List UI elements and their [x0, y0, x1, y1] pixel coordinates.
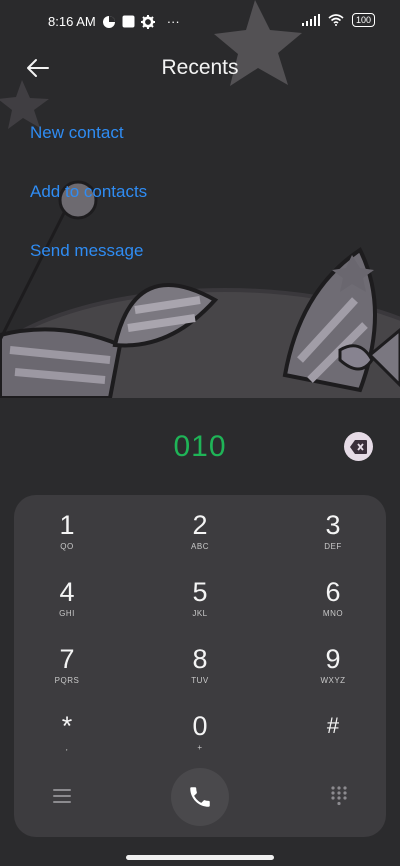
key-digit: 1	[59, 510, 75, 540]
dialpad-icon	[331, 786, 347, 806]
key-digit: 8	[192, 644, 208, 674]
sync-icon	[102, 15, 115, 28]
number-display-area: 010	[0, 398, 400, 498]
key-letters: DEF	[324, 542, 342, 551]
key-letters: PQRS	[54, 676, 80, 685]
square-app-icon	[122, 15, 135, 28]
header: Recents	[0, 50, 400, 86]
home-indicator[interactable]	[126, 855, 274, 860]
key-6[interactable]: 6 MNO	[271, 567, 395, 627]
key-5[interactable]: 5 JKL	[138, 567, 262, 627]
delete-button[interactable]	[344, 432, 373, 461]
status-right: 100	[301, 13, 375, 27]
signal-icon	[301, 14, 320, 26]
key-9[interactable]: 9 WXYZ	[271, 634, 395, 694]
status-left: 8:16 AM ···	[48, 14, 180, 29]
new-contact-link[interactable]: New contact	[30, 123, 124, 143]
key-digit: 0	[192, 711, 208, 741]
key-7[interactable]: 7 PQRS	[5, 634, 129, 694]
key-0[interactable]: 0 +	[138, 701, 262, 761]
key-digit: 2	[192, 510, 208, 540]
key-letters: ABC	[191, 542, 209, 551]
key-digit: *	[61, 711, 73, 741]
menu-icon	[53, 789, 71, 803]
status-bar: 8:16 AM ··· 100	[0, 0, 400, 44]
key-4[interactable]: 4 GHI	[5, 567, 129, 627]
key-digit: #	[326, 713, 340, 738]
more-notifications-icon: ···	[166, 14, 180, 29]
key-digit: 4	[59, 577, 75, 607]
battery-icon: 100	[351, 13, 375, 27]
key-letters: GHI	[59, 609, 75, 618]
key-digit: 7	[59, 644, 75, 674]
key-digit: 9	[325, 644, 341, 674]
status-time: 8:16 AM	[48, 14, 96, 29]
key-digit: 6	[325, 577, 341, 607]
key-letters: ,	[65, 743, 69, 752]
phone-icon	[190, 787, 210, 807]
key-letters: +	[197, 743, 203, 752]
key-letters: JKL	[192, 609, 208, 618]
key-digit: 3	[325, 510, 341, 540]
menu-button[interactable]	[47, 781, 77, 811]
key-letters: TUV	[191, 676, 209, 685]
key-2[interactable]: 2 ABC	[138, 500, 262, 560]
key-1[interactable]: 1 QO	[5, 500, 129, 560]
key-star[interactable]: *,	[5, 701, 129, 761]
keypad-bottom-row	[14, 767, 386, 827]
keypad: 1 QO 2 ABC 3 DEF 4 GHI 5 JKL 6 MNO 7 PQRS 8 TUV …	[14, 495, 386, 837]
settings-gear-icon	[140, 14, 155, 29]
key-digit: 5	[192, 577, 208, 607]
key-letters: WXYZ	[320, 676, 346, 685]
key-hash[interactable]: #	[271, 701, 395, 761]
dialed-number: 010	[173, 430, 227, 463]
dialpad-toggle-button[interactable]	[324, 781, 354, 811]
key-8[interactable]: 8 TUV	[138, 634, 262, 694]
backspace-icon	[350, 439, 367, 454]
call-button[interactable]	[171, 768, 229, 826]
add-to-contacts-link[interactable]: Add to contacts	[30, 182, 147, 202]
send-message-link[interactable]: Send message	[30, 241, 143, 261]
page-title: Recents	[161, 56, 239, 79]
wifi-icon	[328, 14, 344, 26]
key-letters: MNO	[322, 609, 344, 618]
key-letters: QO	[60, 542, 74, 551]
key-3[interactable]: 3 DEF	[271, 500, 395, 560]
